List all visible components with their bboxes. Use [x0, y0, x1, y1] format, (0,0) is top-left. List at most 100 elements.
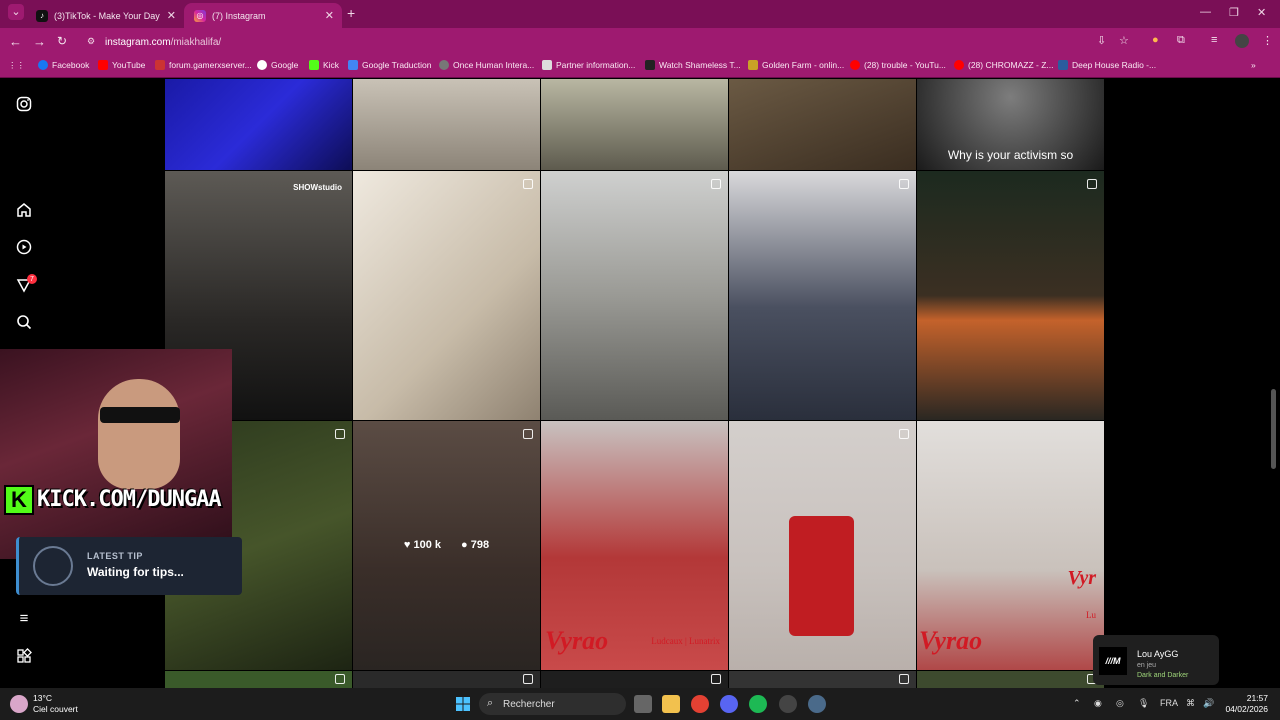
tray-app-icon[interactable]: ◎ [1116, 698, 1124, 709]
clock-time: 21:57 [1246, 693, 1268, 703]
brand-text: Vyrao [545, 626, 609, 655]
network-icon[interactable]: ⌘ [1186, 698, 1195, 709]
post-thumbnail[interactable] [729, 171, 916, 420]
bookmark-once-human[interactable]: Once Human Intera... [439, 60, 534, 70]
post-thumbnail[interactable] [729, 421, 916, 670]
brand-text-right: Vyr [1067, 567, 1096, 589]
discord-icon[interactable] [720, 695, 738, 713]
new-tab-button[interactable]: + [347, 5, 355, 21]
post-thumbnail-hovered[interactable]: ♥ 100 k ● 798 [353, 421, 540, 670]
post-thumbnail[interactable] [541, 171, 728, 420]
close-icon[interactable]: ✕ [325, 9, 334, 22]
taskbar-search[interactable]: ⌕ Rechercher [479, 693, 626, 715]
bookmark-shameless[interactable]: Watch Shameless T... [645, 60, 741, 70]
weather-desc: Ciel couvert [33, 704, 78, 714]
file-explorer-icon[interactable] [662, 695, 680, 713]
bookmark-facebook[interactable]: Facebook [38, 60, 89, 70]
apps-icon[interactable]: ⋮⋮ [8, 60, 25, 71]
weather-icon[interactable] [10, 695, 28, 713]
more-bookmarks-icon[interactable]: » [1251, 60, 1256, 70]
bookmark-kick[interactable]: Kick [309, 60, 339, 70]
media-icon[interactable]: ≡ [1211, 34, 1217, 46]
tip-text: Waiting for tips... [87, 565, 184, 579]
post-thumbnail[interactable] [353, 79, 540, 170]
search-icon[interactable] [15, 313, 33, 331]
reload-icon[interactable]: ↻ [57, 34, 67, 48]
address-bar[interactable]: ⚙ instagram.com/miakhalifa/ [85, 32, 1145, 52]
obs-icon[interactable] [779, 695, 797, 713]
clock[interactable]: 21:57 04/02/2026 [1225, 693, 1268, 715]
post-thumbnail[interactable]: Vyrao Ludcaux | Lunatrix [541, 421, 728, 670]
profile-avatar[interactable] [1235, 34, 1249, 48]
restore-icon[interactable]: ❐ [1229, 6, 1239, 19]
tab-search-icon[interactable]: ⌄ [8, 4, 24, 20]
kick-url: KICK.COM/DUNGAA [37, 487, 222, 512]
settings-icon[interactable] [808, 695, 826, 713]
post-thumbnail[interactable] [729, 79, 916, 170]
chrome-icon[interactable] [691, 695, 709, 713]
weather-temp: 13°C [33, 693, 52, 703]
bookmark-golden-farm[interactable]: Golden Farm - onlin... [748, 60, 844, 70]
notification-name: Lou AyGG [1137, 649, 1179, 659]
post-thumbnail[interactable]: Vyrao Vyr Lu [917, 421, 1104, 670]
comment-icon: ● [461, 539, 468, 551]
bookmark-partner[interactable]: Partner information... [542, 60, 635, 70]
activity-notification[interactable]: ///M Lou AyGG en jeu Dark and Darker [1093, 635, 1219, 685]
also-from-meta-icon[interactable] [15, 647, 33, 665]
extensions-icon[interactable]: ⧉ [1177, 34, 1185, 47]
bookmark-chromazz[interactable]: (28) CHROMAZZ - Z... [954, 60, 1053, 70]
tab-label: (3)TikTok - Make Your Day [54, 10, 160, 21]
home-icon[interactable] [15, 201, 33, 219]
minimize-icon[interactable]: — [1200, 6, 1211, 18]
game-logo-icon: ///M [1099, 647, 1127, 675]
install-icon[interactable]: ⇩ [1097, 34, 1106, 47]
bookmark-google[interactable]: Google [257, 60, 298, 70]
weather-widget[interactable]: 13°C Ciel couvert [33, 693, 78, 715]
post-thumbnail[interactable] [917, 171, 1104, 420]
scrollbar-thumb[interactable] [1271, 389, 1276, 469]
likes-count: ♥ 100 k [403, 539, 442, 551]
tray-app-icon[interactable]: ◉ [1094, 698, 1102, 709]
post-thumbnail[interactable] [729, 671, 916, 688]
brand-text: Vyrao [919, 626, 983, 655]
bookmark-youtube[interactable]: YouTube [98, 60, 145, 70]
post-thumbnail[interactable]: Why is your activism so [917, 79, 1104, 170]
bookmark-trouble[interactable]: (28) trouble - YouTu... [850, 60, 946, 70]
post-thumbnail[interactable] [353, 171, 540, 420]
menu-icon[interactable]: ⋮ [1262, 34, 1273, 47]
carousel-icon [523, 674, 533, 684]
user-avatar-icon [33, 546, 73, 586]
reels-icon[interactable] [15, 238, 33, 256]
post-thumbnail[interactable] [541, 79, 728, 170]
forward-icon[interactable]: → [33, 34, 46, 49]
post-thumbnail[interactable] [917, 671, 1104, 688]
start-icon[interactable] [454, 695, 472, 713]
post-thumbnail[interactable] [353, 671, 540, 688]
close-window-icon[interactable]: ✕ [1257, 6, 1266, 19]
bookmark-star-icon[interactable]: ☆ [1119, 34, 1129, 47]
microphone-icon[interactable]: 🎙 [1138, 698, 1149, 709]
task-view-icon[interactable] [634, 695, 652, 713]
post-thumbnail[interactable] [541, 671, 728, 688]
streamer-face [98, 379, 180, 489]
bookmark-deep-house[interactable]: Deep House Radio -... [1058, 60, 1156, 70]
show-hidden-icons[interactable]: ⌃ [1073, 698, 1081, 709]
more-menu-icon[interactable]: ≡ [15, 609, 33, 627]
back-icon[interactable]: ← [9, 34, 22, 49]
bookmark-google-traduction[interactable]: Google Traduction [348, 60, 431, 70]
tab-instagram[interactable]: ◎ (7) Instagram ✕ [184, 3, 342, 28]
post-caption: Why is your activism so [947, 148, 1074, 162]
tab-tiktok[interactable]: ♪ (3)TikTok - Make Your Day ✕ [26, 3, 184, 28]
carousel-icon [899, 429, 909, 439]
bookmark-forum[interactable]: forum.gamerxserver... [155, 60, 252, 70]
language-indicator[interactable]: FRA [1160, 698, 1178, 708]
instagram-logo-icon[interactable] [15, 95, 33, 113]
extension-icon[interactable]: ● [1152, 34, 1159, 46]
post-thumbnail[interactable] [165, 671, 352, 688]
site-info-icon[interactable]: ⚙ [87, 36, 95, 47]
volume-icon[interactable]: 🔊 [1203, 698, 1214, 709]
close-icon[interactable]: ✕ [167, 9, 176, 22]
instagram-page: 7 ≡ Why is your activism so SHOWstudio ♥… [0, 79, 1280, 688]
spotify-icon[interactable] [749, 695, 767, 713]
post-thumbnail[interactable] [165, 79, 352, 170]
